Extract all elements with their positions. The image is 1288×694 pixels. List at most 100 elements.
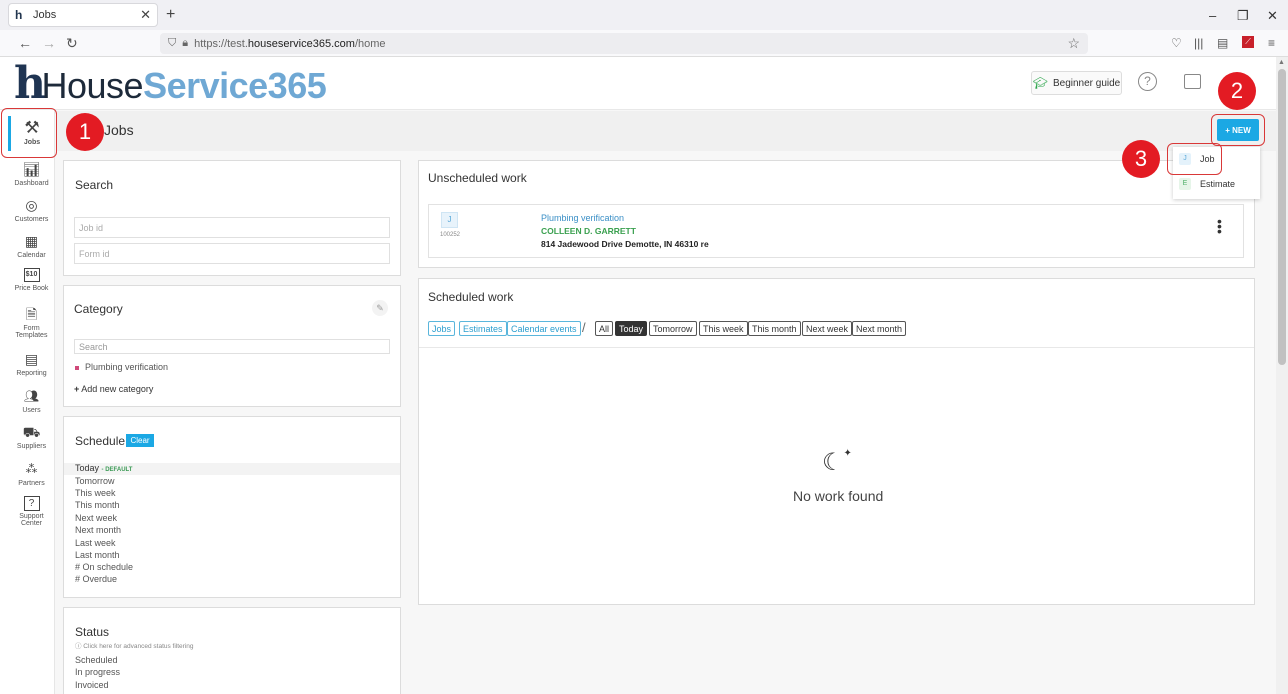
more-options-icon[interactable]: • • • [1217,214,1222,238]
sidebar-item-users[interactable]: 👥︎ Users [0,386,63,414]
sidebar-toggle-icon[interactable]: ▤ [1217,36,1228,50]
browser-tab[interactable]: h Jobs ✕ [8,3,158,27]
back-icon[interactable]: ← [18,35,32,51]
help-icon[interactable]: ? [1138,72,1157,91]
plus-icon: + [74,384,80,394]
schedule-option[interactable]: Next month [64,525,400,537]
filter-tomorrow[interactable]: Tomorrow [649,321,697,336]
filter-today[interactable]: Today [615,321,648,336]
schedule-option[interactable]: # Overdue [64,574,400,586]
form-icon: 🗎︎ [25,306,38,322]
close-tab-icon[interactable]: ✕ [140,7,151,23]
status-panel-title: Status [75,625,110,639]
menu-icon[interactable]: ≡ [1268,36,1275,50]
status-option[interactable]: In progress [75,667,120,677]
sidebar-item-partners[interactable]: ⁂ Partners [0,459,63,487]
new-estimate-menu-item[interactable]: E Estimate [1179,177,1235,191]
support-icon: ? [23,496,40,511]
category-item[interactable]: Plumbing verification [75,362,168,372]
library-icon[interactable]: ||| [1194,36,1203,50]
menu-item-label: Estimate [1200,179,1236,189]
sidebar-item-customers[interactable]: ◎ Customers [0,195,63,223]
tab-title: Jobs [33,9,57,21]
page-title-bar [56,111,1276,151]
sidebar-item-label: Customers [14,216,49,223]
schedule-option[interactable]: This month [64,500,400,512]
schedule-option[interactable]: # On schedule [64,562,400,574]
advanced-status-link[interactable]: ⓘ Click here for advanced status filteri… [75,640,194,650]
pocket-icon[interactable]: ♡ [1171,36,1182,50]
job-id: 100252 [440,232,461,238]
sidebar-item-form-templates[interactable]: 🗎︎ Form Templates [0,304,63,339]
filter-calendar-events[interactable]: Calendar events [507,321,581,336]
schedule-option[interactable]: Last week [64,538,400,550]
annotation-badge-2: 2 [1218,72,1256,110]
sidebar-item-label: Dashboard [14,180,49,187]
report-icon: ▤ [24,351,39,367]
job-id-input[interactable]: Job id [74,217,390,238]
schedule-option[interactable]: Tomorrow [64,476,400,488]
reload-icon[interactable]: ↻ [66,35,78,52]
page-scrollbar[interactable]: ▲ [1276,57,1288,694]
status-option[interactable]: Scheduled [75,655,118,665]
schedule-option[interactable]: Today - DEFAULT [64,463,400,475]
estimate-tag-icon: E [1179,178,1191,190]
filter-jobs[interactable]: Jobs [428,321,456,336]
filter-estimates[interactable]: Estimates [459,321,507,336]
restore-icon[interactable]: ❐ [1237,8,1249,24]
category-panel-title: Category [74,302,123,316]
job-type-icon: J [441,212,458,228]
filter-this-month[interactable]: This month [748,321,801,336]
filter-separator: / [582,320,586,335]
logo[interactable]: hHouseService365 [14,62,327,108]
filter-next-week[interactable]: Next week [802,321,853,336]
sidebar-item-suppliers[interactable]: ⛟ Suppliers [0,422,63,450]
lock-icon: 🔒︎ [182,37,189,49]
sidebar-item-support-center[interactable]: ? Support Center [0,496,63,527]
schedule-option[interactable]: Last month [64,550,400,562]
sidebar-item-calendar[interactable]: ▦ Calendar [0,231,63,259]
job-title-link[interactable]: Plumbing verification [541,213,624,223]
sidebar-item-label: Suppliers [16,443,47,450]
bookmark-star-icon[interactable]: ☆ [1067,35,1080,52]
close-window-icon[interactable]: ✕ [1267,8,1278,24]
filter-all[interactable]: All [595,321,614,336]
new-tab-icon[interactable]: + [166,6,175,24]
forward-icon[interactable]: → [42,35,56,51]
status-option[interactable]: Invoiced [75,680,109,690]
sidebar-item-label: Users [22,407,41,414]
url-bar[interactable]: ⛉ 🔒︎ https://test.houseservice365.com/ho… [160,33,1088,54]
minimize-icon[interactable]: – [1209,8,1216,23]
schedule-option[interactable]: Next week [64,513,400,525]
category-search-input[interactable]: Search [74,339,390,354]
schedule-option[interactable]: This week [64,488,400,500]
annotation-badge-3: 3 [1122,140,1160,178]
app-header: hHouseService365 🎓︎ Beginner guide ? [0,57,1276,110]
sidebar-item-label: Partners [18,480,45,487]
folder-icon[interactable] [1184,74,1201,89]
form-id-input[interactable]: Form id [74,243,390,264]
add-category-link[interactable]: + Add new category [74,384,153,394]
extension-icon[interactable]: ⟋ [1242,36,1254,48]
moon-stars-icon: ☾✦ [822,448,852,476]
schedule-panel-title: Schedule [75,434,126,448]
sidebar-item-price-book[interactable]: $10 Price Book [0,268,63,292]
edit-pencil-icon[interactable]: ✎ [372,300,388,316]
filter-next-month[interactable]: Next month [852,321,907,336]
price-icon: $10 [23,268,40,282]
sidebar-item-label: Support Center [19,513,44,527]
add-category-label: Add new category [81,384,154,394]
job-address: 814 Jadewood Drive Demotte, IN 46310 re [541,239,709,249]
clear-button[interactable]: Clear [126,434,154,447]
filter-this-week[interactable]: This week [699,321,748,336]
scroll-up-icon[interactable]: ▲ [1278,59,1285,66]
schedule-option-label: Today [75,463,100,473]
scrollbar-thumb[interactable] [1278,69,1286,365]
sidebar-item-dashboard[interactable]: 📊︎ Dashboard [0,159,63,187]
sidebar-item-reporting[interactable]: ▤ Reporting [0,349,63,377]
sidebar-item-label: Reporting [16,370,47,377]
truck-icon: ⛟ [22,424,41,440]
beginner-guide-button[interactable]: 🎓︎ Beginner guide [1031,71,1122,95]
users-icon: 👥︎ [23,389,40,403]
job-customer[interactable]: COLLEEN D. GARRETT [541,226,636,236]
